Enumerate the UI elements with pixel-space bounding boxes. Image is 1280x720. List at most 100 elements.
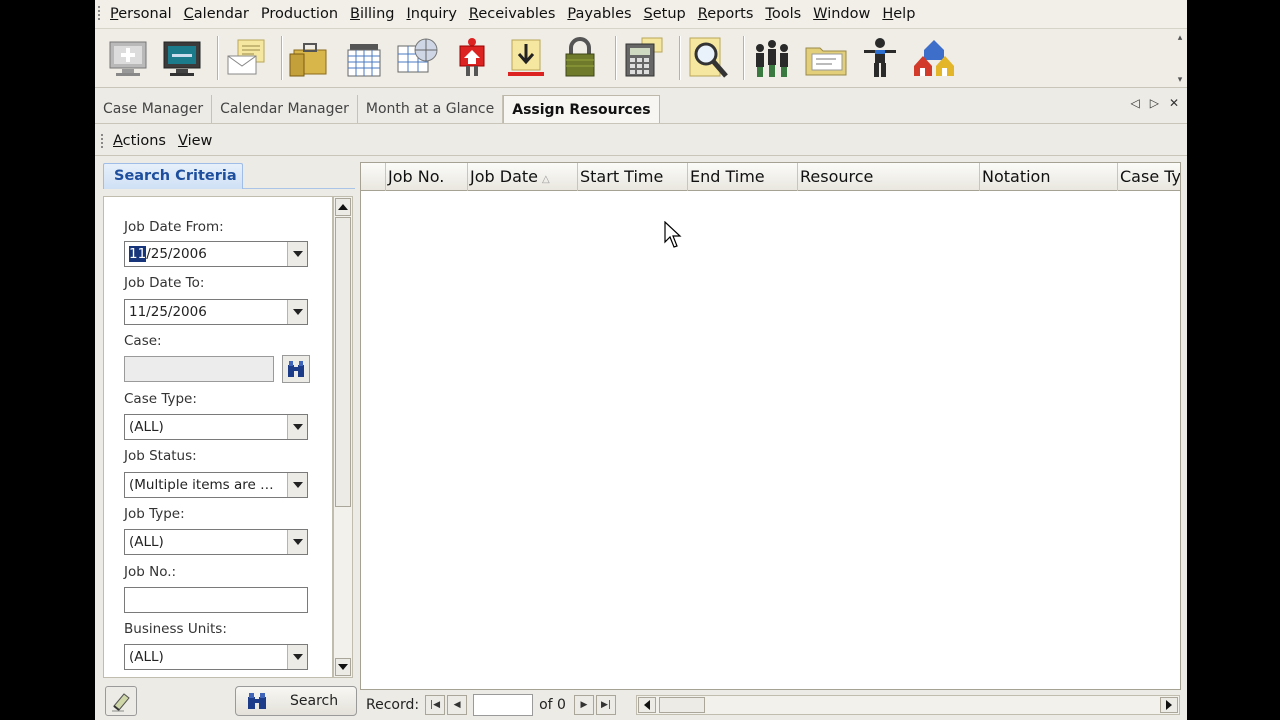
houses-icon[interactable] [911,34,957,82]
chevron-up-icon [338,204,348,210]
download-icon[interactable] [503,34,549,82]
person-icon[interactable] [857,34,903,82]
close-icon[interactable]: ✕ [1169,96,1179,110]
scroll-down-button[interactable] [335,658,351,676]
menu-receivables[interactable]: Receivables [463,6,561,22]
job-no-label: Job No.: [124,564,177,580]
binoculars-icon[interactable] [282,355,310,383]
calendar-globe-icon[interactable] [395,34,441,82]
magnify-document-icon[interactable] [685,34,731,82]
horizontal-scrollbar[interactable] [636,695,1180,715]
folder-card-icon[interactable] [803,34,849,82]
mouse-pointer-icon [664,221,682,248]
column-header-end-time[interactable]: End Time [688,163,798,191]
menu-tools[interactable]: Tools [759,6,807,22]
search-button[interactable]: Search [235,686,357,716]
tab-assign-resources[interactable]: Assign Resources [503,95,660,123]
menu-production[interactable]: Production [255,6,344,22]
job-type-value: (ALL) [129,534,164,550]
actions-menu[interactable]: Actions [107,133,172,149]
column-header-job-no[interactable]: Job No. [386,163,468,191]
search-criteria-panel: Search Criteria Job Date From: 11/25/200… [99,160,357,720]
column-header-resource[interactable]: Resource [798,163,980,191]
job-date-to-label: Job Date To: [124,275,205,291]
binoculars-icon [248,693,266,709]
scroll-right-button[interactable] [1160,697,1178,713]
computer-icon[interactable] [159,34,205,82]
row-selector-header[interactable] [361,163,386,191]
horizontal-scrollbar-thumb[interactable] [659,697,705,713]
chevron-down-icon[interactable] [287,645,307,669]
tab-calendar-manager[interactable]: Calendar Manager [212,95,358,123]
tab-case-manager[interactable]: Case Manager [95,95,213,123]
search-criteria-body: Job Date From: 11/25/2006 Job Date To: 1… [103,196,333,678]
toolbar-overflow[interactable]: ▴ ▾ [1175,33,1185,85]
job-date-from-label: Job Date From: [124,219,224,235]
search-criteria-tab[interactable]: Search Criteria [103,163,243,189]
menu-payables[interactable]: Payables [561,6,637,22]
chevron-down-icon[interactable] [287,300,307,324]
first-record-icon[interactable]: |◀ [425,695,446,715]
briefcase-icon[interactable] [287,34,333,82]
record-number-input[interactable] [473,694,534,716]
case-type-select[interactable]: (ALL) [124,414,308,440]
toolbar-separator [615,36,617,80]
application-window: Personal Calendar Production Billing Inq… [95,0,1187,720]
job-status-label: Job Status: [124,448,197,464]
people-icon[interactable] [749,34,795,82]
chevron-down-icon[interactable] [287,242,307,266]
chevron-down-icon[interactable]: ▾ [1178,75,1183,85]
lock-icon[interactable] [557,34,603,82]
grid-header: Job No. Job Date △ Start Time End Time Re… [361,163,1180,191]
record-label: Record: [366,697,420,713]
scroll-left-button[interactable] [638,697,656,713]
view-menu[interactable]: View [172,133,218,149]
search-criteria-scrollbar[interactable] [333,196,353,678]
calendar-icon[interactable] [341,34,387,82]
next-record-icon[interactable]: ▶ [573,695,594,715]
menu-inquiry[interactable]: Inquiry [400,6,462,22]
column-header-job-date[interactable]: Job Date △ [468,163,578,191]
job-status-select[interactable]: (Multiple items are selected) [124,472,308,498]
search-button-label: Search [290,693,339,709]
chevron-down-icon[interactable] [287,473,307,497]
menu-help[interactable]: Help [876,6,921,22]
menu-grip[interactable] [98,6,100,22]
column-header-case-type[interactable]: Case Ty [1118,163,1180,191]
scroll-up-button[interactable] [335,198,351,216]
building-icon[interactable] [449,34,495,82]
business-units-label: Business Units: [124,621,227,637]
column-header-start-time[interactable]: Start Time [578,163,688,191]
business-units-select[interactable]: (ALL) [124,644,308,670]
menu-billing[interactable]: Billing [344,6,400,22]
chevron-up-icon[interactable]: ▴ [1178,33,1183,43]
menu-reports[interactable]: Reports [692,6,760,22]
chevron-down-icon[interactable] [287,415,307,439]
menu-setup[interactable]: Setup [638,6,692,22]
tab-month-at-a-glance[interactable]: Month at a Glance [358,95,504,123]
tab-scroll-left-icon[interactable]: ◁ [1130,96,1139,110]
case-field [124,356,274,382]
column-header-notation[interactable]: Notation [980,163,1118,191]
main-toolbar: ▴ ▾ [95,28,1187,88]
menu-personal[interactable]: Personal [104,6,178,22]
job-date-to-picker[interactable]: 11/25/2006 [124,299,308,325]
tab-scroll-right-icon[interactable]: ▷ [1150,96,1159,110]
scrollbar-thumb[interactable] [335,217,351,507]
previous-record-icon[interactable]: ◀ [447,695,468,715]
mail-icon[interactable] [223,34,269,82]
job-no-input[interactable] [124,587,308,613]
actions-grip[interactable] [101,133,103,148]
menu-calendar[interactable]: Calendar [178,6,255,22]
new-case-icon[interactable] [105,34,151,82]
menu-window[interactable]: Window [807,6,876,22]
calculator-icon[interactable] [621,34,667,82]
job-date-from-picker[interactable]: 11/25/2006 [124,241,308,267]
chevron-right-icon [1166,700,1172,710]
job-status-value: (Multiple items are selected) [129,477,279,493]
clear-criteria-button[interactable] [105,686,137,716]
job-type-select[interactable]: (ALL) [124,529,308,555]
chevron-down-icon[interactable] [287,530,307,554]
last-record-icon[interactable]: ▶| [595,695,616,715]
job-date-to-value: 11/25/2006 [129,304,207,320]
